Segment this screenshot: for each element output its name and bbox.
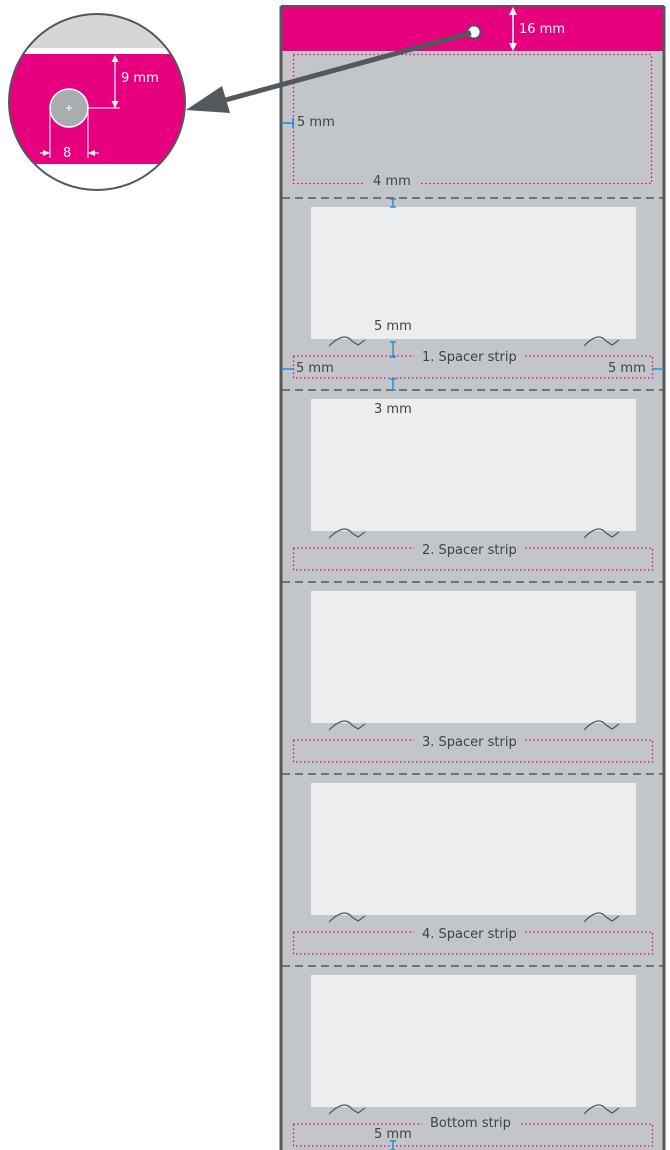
label-roll-diagram [8,5,666,1150]
label-area [311,399,636,531]
label-gap-top-label: 5 mm [374,319,412,334]
strip-label-4: 4. Spacer strip [414,928,525,941]
label-gap-label: 3 mm [374,402,412,417]
bottom-margin-label: 5 mm [374,1127,412,1142]
label-area [311,591,636,723]
strip-label-bottom: Bottom strip [422,1117,519,1130]
side-margin-left-label: 5 mm [296,361,334,376]
top-side-margin-label: 5 mm [297,115,335,130]
label-area [311,207,636,339]
label-area [311,975,636,1107]
top-bottom-margin-label: 4 mm [365,175,419,188]
side-margin-right-label: 5 mm [608,361,646,376]
header-dimension-label: 16 mm [519,22,566,37]
strip-label-2: 2. Spacer strip [414,544,525,557]
label-area [311,783,636,915]
hole-offset-label: 9 mm [121,71,159,86]
strip-label-1: 1. Spacer strip [414,351,525,364]
detail-magnifier [9,14,185,190]
strip-label-3: 3. Spacer strip [414,736,525,749]
hole-diameter-label: 8 [63,146,72,161]
